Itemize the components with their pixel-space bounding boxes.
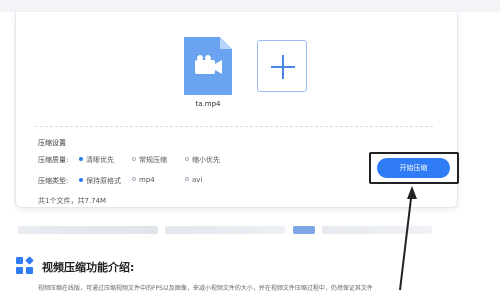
add-file-button[interactable] [257, 40, 307, 92]
file-summary: 共1个文件，共7.74M [38, 197, 107, 205]
radio-selected-icon [79, 178, 83, 182]
divider [35, 126, 433, 127]
radio-icon [185, 157, 189, 161]
blurred-content [165, 226, 285, 234]
blurred-content [322, 226, 432, 234]
quality-label: 压缩质量: [38, 156, 69, 164]
radio-icon [185, 177, 189, 181]
quality-option-normal[interactable]: 常规压缩 [132, 155, 167, 165]
radio-icon [132, 157, 136, 161]
start-compress-button[interactable]: 开始压缩 [377, 158, 450, 178]
section-title: 视频压缩功能介绍: [42, 261, 135, 274]
video-file-icon[interactable] [184, 37, 232, 95]
apps-grid-icon [15, 256, 35, 276]
type-label: 压缩类型: [38, 177, 69, 185]
blurred-content [18, 226, 158, 234]
radio-selected-icon [79, 157, 83, 161]
radio-icon [132, 177, 136, 181]
quality-option-small[interactable]: 缩小优先 [185, 155, 220, 165]
file-name: ta.mp4 [195, 100, 221, 108]
blurred-content [293, 226, 315, 234]
type-option-avi[interactable]: avi [185, 176, 202, 184]
quality-option-clear[interactable]: 清晰优先 [79, 155, 114, 165]
type-option-mp4[interactable]: mp4 [132, 176, 155, 184]
type-option-original[interactable]: 保持原格式 [79, 176, 121, 186]
section-description: 视频压缩在线版，可通过压缩视频文件中的FPS以及图像，来减小视频文件的大小，并在… [38, 285, 373, 292]
settings-title: 压缩设置 [38, 139, 66, 147]
top-band [0, 0, 500, 12]
